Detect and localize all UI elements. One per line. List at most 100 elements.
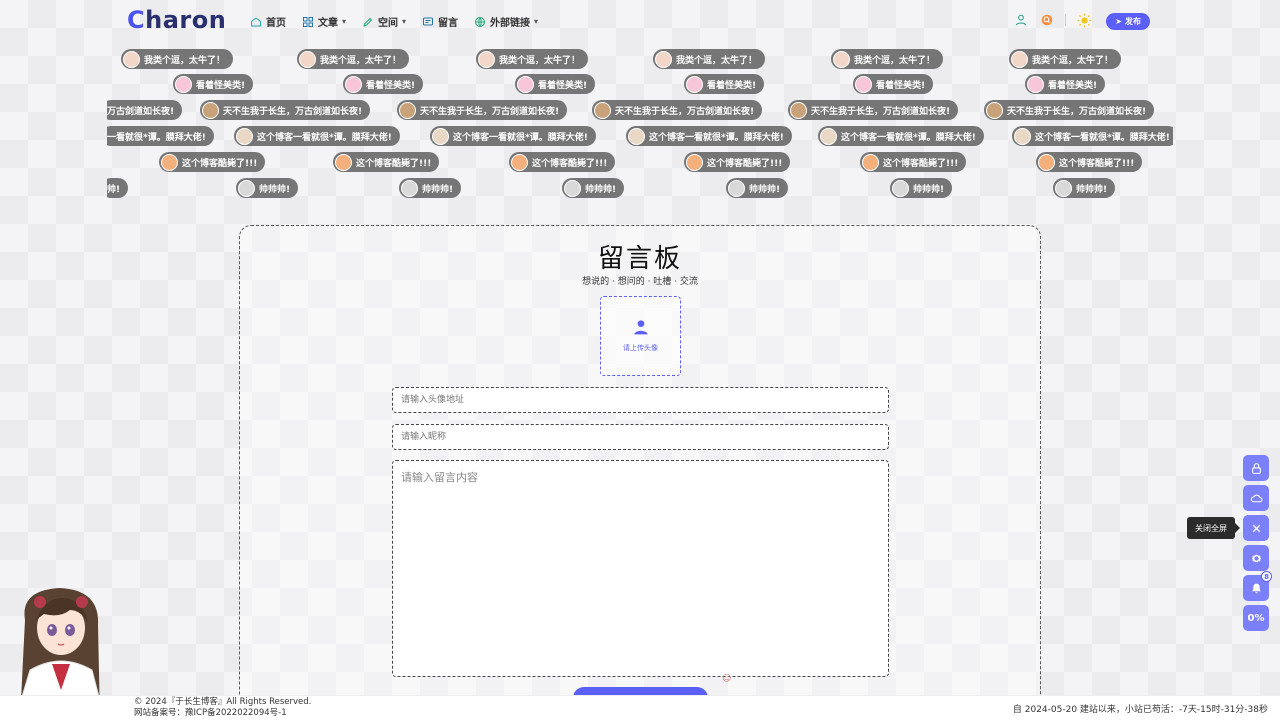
barrage-message: 天不生我于长生，万古剑道如长夜!	[200, 100, 371, 120]
close-fullscreen-button[interactable]	[1243, 515, 1269, 541]
message-content-input[interactable]	[392, 460, 889, 677]
avatar	[1055, 179, 1072, 197]
barrage-message: 这个博客一看就很*谭。膜拜大佬!	[234, 126, 400, 146]
avatar	[686, 153, 703, 171]
barrage-text: 帅帅帅!	[1076, 184, 1108, 195]
nav-articles[interactable]: 文章 ▾	[302, 14, 346, 29]
avatar-url-input[interactable]	[392, 387, 889, 413]
notification-count-badge: 8	[1261, 571, 1272, 582]
barrage-message: 我类个逗，太牛了！	[1009, 49, 1122, 69]
avatar	[728, 179, 745, 197]
barrage-text: 天不生我于长生，万古剑道如长夜!	[223, 106, 363, 117]
avatar	[335, 153, 352, 171]
barrage-text: 这个博客一看就很*谭。膜拜大佬!	[841, 132, 976, 143]
avatar	[299, 50, 316, 68]
barrage-message: 天不生我于长生，万古剑道如长夜!	[592, 100, 763, 120]
copyright-text: © 2024『于长生博客』All Rights Reserved.	[134, 697, 312, 707]
avatar	[1014, 127, 1031, 145]
barrage-text: 看着怪美类!	[1048, 80, 1098, 91]
avatar	[855, 75, 872, 93]
barrage-message: 这个博客酷毙了!!!	[1036, 152, 1143, 172]
barrage-text: 我类个逗，太牛了！	[1032, 55, 1114, 66]
nav-space[interactable]: 空间 ▾	[362, 14, 406, 29]
avatar	[833, 50, 850, 68]
gear-icon	[1251, 554, 1261, 562]
barrage-message: 这个博客酷毙了!!!	[860, 152, 967, 172]
barrage-text: 看着怪美类!	[707, 80, 757, 91]
barrage-text: 这个博客酷毙了!!!	[532, 158, 608, 169]
lock-icon	[1251, 462, 1261, 474]
globe-icon	[475, 16, 486, 27]
barrage-text: 帅帅帅!	[749, 184, 781, 195]
barrage-text: 我类个逗，太牛了！	[854, 55, 936, 66]
bell-icon	[1251, 583, 1261, 593]
barrage-message: 看着怪美类!	[173, 74, 254, 94]
barrage-message: 我类个逗，太牛了！	[831, 49, 944, 69]
barrage-message: 看着怪美类!	[1025, 74, 1106, 94]
icp-link[interactable]: 网站备案号：豫ICP备2022022094号-1	[134, 708, 311, 719]
barrage-message: 天不生我于长生，万古剑道如长夜!	[397, 100, 568, 120]
home-icon	[251, 16, 261, 26]
message-icon	[423, 17, 434, 25]
barrage-text: 帅帅帅!	[422, 184, 454, 195]
main-nav: 首页 文章 ▾ 空间 ▾ 留言 外部链接 ▾	[250, 14, 538, 29]
notification-button[interactable]: 8	[1243, 571, 1272, 601]
avatar-upload[interactable]: 请上传头像	[600, 296, 681, 376]
barrage-text: 帅帅帅!	[913, 184, 945, 195]
top-navbar: Charon 首页 文章 ▾ 空间 ▾ 留言 外部链接 ▾ ➤ 发布	[0, 0, 1280, 44]
barrage-message: 这个博客酷毙了!!!	[684, 152, 791, 172]
search-icon[interactable]	[1039, 12, 1055, 28]
barrage-text: 天不生我于长生，万古剑道如长夜!	[615, 106, 755, 117]
barrage-text: 这个博客一看就很*谭。膜拜大佬!	[649, 132, 784, 143]
site-logo[interactable]: Charon	[127, 6, 226, 34]
barrage-text: 我类个逗，太牛了！	[499, 55, 581, 66]
settings-button[interactable]	[1243, 545, 1269, 571]
emoji-icon[interactable]: ☺	[722, 674, 731, 684]
theme-sun-icon[interactable]	[1076, 12, 1092, 28]
barrage-text: 天不生我于长生，万古剑道如长夜!	[811, 106, 951, 117]
chevron-down-icon: ▾	[402, 17, 407, 26]
avatar	[594, 101, 611, 119]
barrage-message: 天不生我于长生，万古剑道如长夜!	[788, 100, 959, 120]
barrage-text: 我类个逗，太牛了！	[144, 55, 226, 66]
barrage-text: 帅帅帅!	[585, 184, 617, 195]
page-title: 留言板	[597, 244, 682, 274]
barrage-message: 帅!	[107, 178, 129, 198]
nav-home[interactable]: 首页	[250, 14, 286, 29]
barrage-text: 帅帅帅!	[259, 184, 291, 195]
lock-button[interactable]	[1243, 455, 1269, 481]
chevron-down-icon: ▾	[342, 17, 347, 26]
barrage-message: 我类个逗，太牛了！	[297, 49, 410, 69]
barrage-message: 天不生我于长生，万古剑道如长夜!	[984, 100, 1155, 120]
danmaku-barrage: 我类个逗，太牛了！ 我类个逗，太牛了！ 我类个逗，太牛了！ 我类个逗，太牛了！ 我类个逗…	[107, 44, 1173, 204]
barrage-message: 这个博客一看就很*谭。膜拜大佬!	[430, 126, 596, 146]
cloud-button[interactable]	[1243, 485, 1269, 511]
footer-info: © 2024『于长生博客』All Rights Reserved. 网站备案号：…	[134, 697, 311, 719]
avatar	[478, 50, 495, 68]
barrage-text: 我类个逗，太牛了！	[676, 55, 758, 66]
avatar	[345, 75, 362, 93]
barrage-text: 看着怪美类!	[876, 80, 926, 91]
barrage-text: 这个博客酷毙了!!!	[356, 158, 432, 169]
nav-external-links[interactable]: 外部链接 ▾	[474, 14, 538, 29]
nickname-input[interactable]	[392, 424, 889, 450]
scroll-progress-button[interactable]: 0%	[1243, 605, 1269, 631]
barrage-text: 我类个逗，太牛了！	[320, 55, 402, 66]
barrage-text: 看着怪美类!	[538, 80, 588, 91]
barrage-message: 看着怪美类!	[515, 74, 596, 94]
user-icon	[633, 320, 648, 335]
close-icon	[1252, 524, 1260, 532]
barrage-message: 看着怪美类!	[343, 74, 424, 94]
barrage-message: 我类个逗，太牛了！	[653, 49, 766, 69]
barrage-message: 帅帅帅!	[236, 178, 299, 198]
side-toolbar: 8 0%	[1243, 455, 1272, 631]
nav-guestbook[interactable]: 留言	[422, 14, 458, 29]
barrage-message: 帅帅帅!	[399, 178, 462, 198]
user-icon[interactable]	[1013, 12, 1029, 28]
barrage-text: 这个博客酷毙了!!!	[883, 158, 959, 169]
publish-button[interactable]: ➤ 发布	[1106, 13, 1150, 30]
avatar	[238, 179, 255, 197]
avatar	[1027, 75, 1044, 93]
avatar	[892, 179, 909, 197]
barrage-message: 这个博客一看就很*谭。膜拜大佬!	[1012, 126, 1173, 146]
